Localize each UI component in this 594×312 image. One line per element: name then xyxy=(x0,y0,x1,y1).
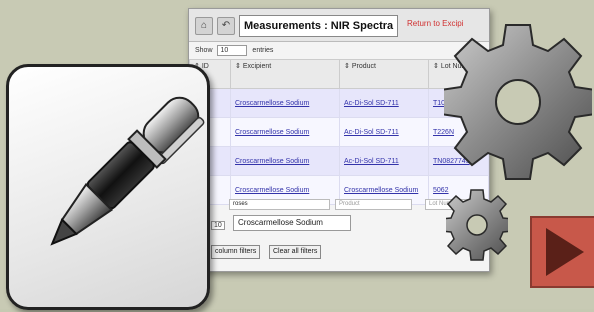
large-gear-icon xyxy=(444,24,592,180)
autocomplete-suggestion[interactable]: Croscarmellose Sodium xyxy=(233,215,351,231)
excipient-cell[interactable]: Croscarmellose Sodium xyxy=(230,88,340,118)
play-icon xyxy=(546,228,584,276)
product-cell[interactable]: Ac-Di-Sol SD-711 xyxy=(339,88,429,118)
excipient-cell[interactable]: Croscarmellose Sodium xyxy=(230,146,340,176)
clear-column-filters-button[interactable]: column filters xyxy=(211,245,261,259)
filter-row: roses Product Lot Number xyxy=(189,197,489,211)
pen-card xyxy=(6,64,210,310)
show-select[interactable]: 10 xyxy=(217,45,248,56)
header-excipient[interactable]: ⇕ Excipient xyxy=(230,59,340,89)
home-icon[interactable]: ⌂ xyxy=(195,17,213,35)
header-product[interactable]: ⇕ Product xyxy=(339,59,429,89)
play-button[interactable] xyxy=(530,216,594,288)
excipient-filter-input[interactable]: roses xyxy=(229,199,330,210)
back-icon[interactable]: ↶ xyxy=(217,17,235,35)
pen-icon xyxy=(50,96,205,246)
show-label: Show xyxy=(195,47,213,54)
product-cell[interactable]: Ac-Di-Sol SD-711 xyxy=(339,117,429,147)
small-gear-icon xyxy=(446,189,508,261)
entries-label: entries xyxy=(252,47,274,54)
show-select-bottom[interactable]: 10 xyxy=(211,221,225,230)
product-cell[interactable]: Ac-Di-Sol SD-711 xyxy=(339,146,429,176)
page-title: Measurements : NIR Spectra xyxy=(239,15,399,37)
product-filter-input[interactable]: Product xyxy=(335,199,412,210)
show-entries: Show 10 entries xyxy=(195,45,273,56)
clear-all-filters-button[interactable]: Clear all filters xyxy=(269,245,322,259)
excipient-cell[interactable]: Croscarmellose Sodium xyxy=(230,117,340,147)
